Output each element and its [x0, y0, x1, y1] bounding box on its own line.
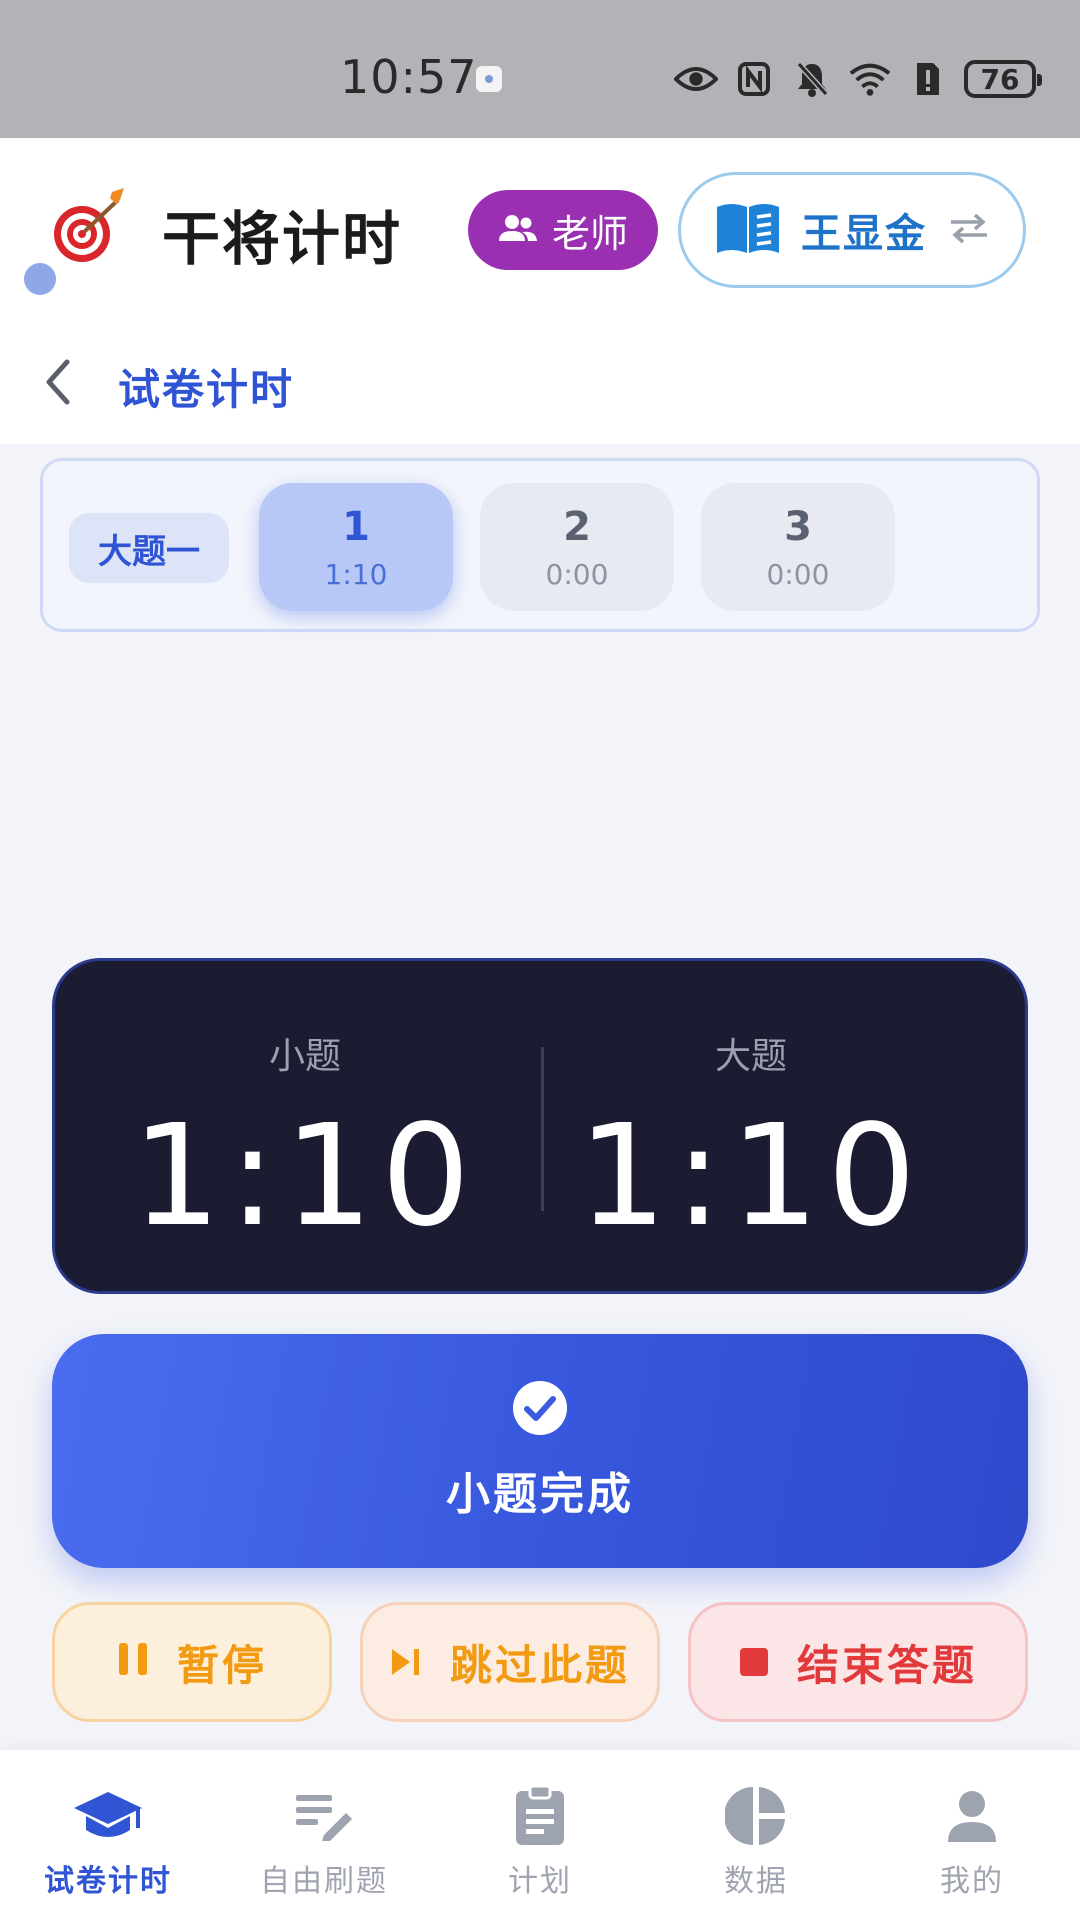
tab-exam-timer[interactable]: 试卷计时 — [0, 1750, 216, 1920]
app-header: 干将计时 老师 王显金 — [0, 138, 1080, 320]
tab-profile[interactable]: 我的 — [864, 1750, 1080, 1920]
people-icon — [498, 208, 538, 252]
edit-notes-icon — [288, 1784, 360, 1848]
clipboard-icon — [504, 1784, 576, 1848]
check-circle-icon — [512, 1380, 568, 1440]
skip-question-button[interactable]: 跳过此题 — [360, 1602, 660, 1722]
question-card-1[interactable]: 1 1:10 — [259, 483, 453, 611]
pause-icon — [117, 1638, 149, 1687]
tab-label: 我的 — [940, 1864, 1004, 1899]
section-chip[interactable]: 大题一 — [69, 513, 229, 583]
target-logo-icon — [50, 186, 130, 266]
tab-plan[interactable]: 计划 — [432, 1750, 648, 1920]
notification-icon — [476, 66, 502, 92]
stop-icon — [739, 1638, 769, 1687]
end-label: 结束答题 — [796, 1640, 977, 1690]
complete-label: 小题完成 — [446, 1469, 634, 1520]
question-card-3[interactable]: 3 0:00 — [701, 483, 895, 611]
question-number: 1 — [342, 503, 370, 550]
role-label: 老师 — [551, 211, 628, 256]
pause-label: 暂停 — [176, 1640, 267, 1690]
status-icons: 76 — [674, 56, 1042, 102]
eye-icon — [674, 59, 718, 99]
book-icon — [715, 201, 781, 259]
wifi-icon — [848, 59, 892, 99]
status-time: 10:57 — [340, 50, 478, 104]
sub-question-timer: 小题 1:10 — [85, 961, 525, 1291]
complete-question-button[interactable]: 小题完成 — [52, 1334, 1028, 1568]
sub-timer-label: 小题 — [268, 1036, 341, 1077]
status-bar: 10:57 76 — [0, 0, 1080, 138]
role-button[interactable]: 老师 — [468, 190, 658, 270]
swap-icon — [947, 211, 991, 249]
tab-label: 计划 — [508, 1864, 572, 1899]
nfc-icon — [732, 59, 776, 99]
sub-timer-value: 1:10 — [131, 1095, 479, 1258]
question-card-2[interactable]: 2 0:00 — [480, 483, 674, 611]
bottom-tab-bar: 试卷计时 自由刷题 计划 数据 我的 — [0, 1750, 1080, 1920]
pie-chart-icon — [720, 1784, 792, 1848]
question-time: 0:00 — [766, 557, 830, 591]
question-number: 2 — [563, 503, 591, 550]
bell-off-icon — [790, 59, 834, 99]
section-timer-label: 大题 — [714, 1036, 787, 1077]
app-title: 干将计时 — [162, 205, 403, 273]
question-number: 3 — [784, 503, 812, 550]
question-time: 1:10 — [324, 557, 388, 591]
chevron-left-icon — [46, 359, 70, 405]
tab-free-practice[interactable]: 自由刷题 — [216, 1750, 432, 1920]
sim-alert-icon — [906, 59, 950, 99]
nav-bar: 试卷计时 — [0, 320, 1080, 444]
pause-button[interactable]: 暂停 — [52, 1602, 332, 1722]
person-icon — [936, 1784, 1008, 1848]
section-timer-value: 1:10 — [577, 1095, 925, 1258]
tab-label: 数据 — [724, 1864, 788, 1899]
question-strip: 大题一 1 1:10 2 0:00 3 0:00 — [40, 458, 1040, 632]
skip-next-icon — [390, 1638, 422, 1687]
section-timer: 大题 1:10 — [531, 961, 971, 1291]
tab-data[interactable]: 数据 — [648, 1750, 864, 1920]
back-button[interactable] — [30, 354, 86, 410]
battery-indicator: 76 — [964, 60, 1042, 98]
user-switch-button[interactable]: 王显金 — [678, 172, 1026, 288]
graduation-cap-icon — [72, 1784, 144, 1848]
tab-label: 试卷计时 — [44, 1864, 172, 1899]
skip-label: 跳过此题 — [449, 1640, 630, 1690]
floating-assist-dot[interactable] — [24, 263, 56, 295]
timer-panel: 小题 1:10 大题 1:10 — [52, 958, 1028, 1294]
tab-label: 自由刷题 — [260, 1864, 388, 1899]
question-time: 0:00 — [545, 557, 609, 591]
user-name: 王显金 — [801, 211, 927, 257]
page-title: 试卷计时 — [118, 365, 295, 414]
end-exam-button[interactable]: 结束答题 — [688, 1602, 1028, 1722]
